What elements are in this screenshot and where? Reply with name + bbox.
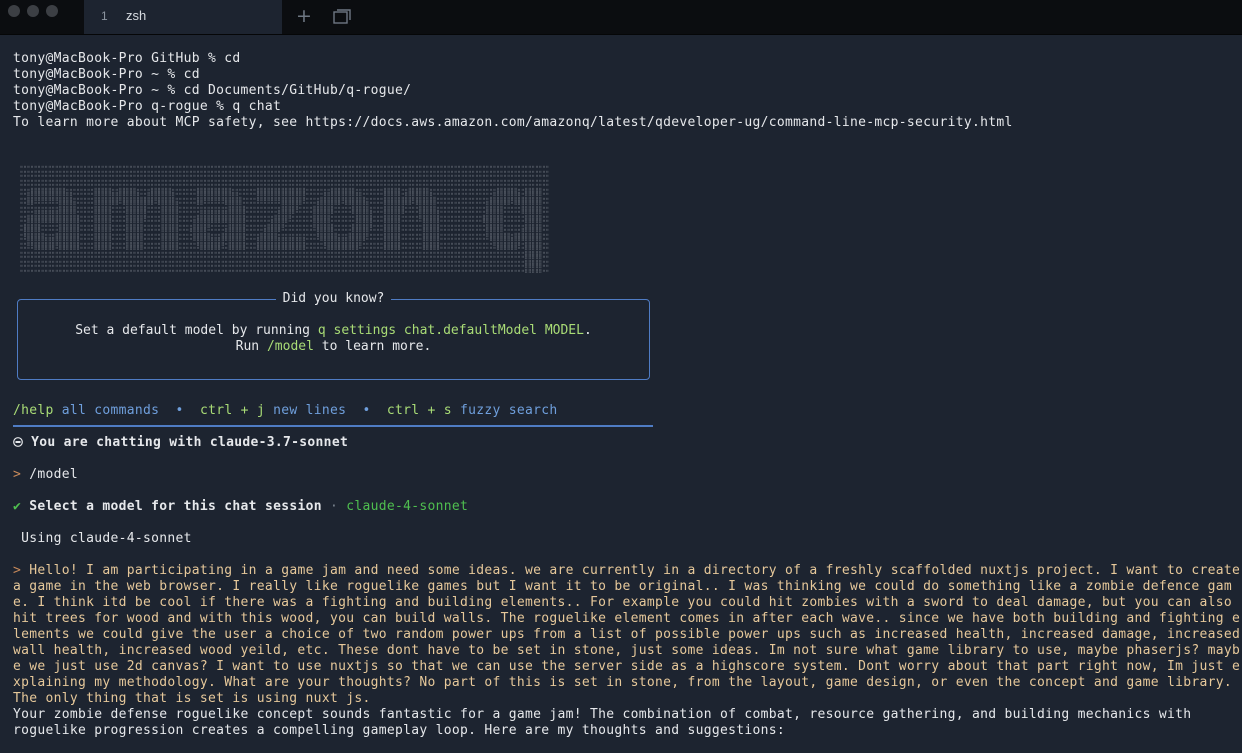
model-select-line: ✔ Select a model for this chat session ·… (13, 499, 469, 514)
selected-model[interactable]: claude-4-sonnet (346, 499, 468, 514)
user-message: > Hello! I am participating in a game ja… (13, 563, 1241, 706)
zoom-window-button[interactable] (46, 5, 58, 17)
model-command-line: > /model (13, 467, 79, 482)
tab-zsh[interactable]: 1 zsh (84, 0, 282, 34)
tip-model-command: /model (266, 339, 314, 354)
did-you-know-box: Did you know? Set a default model by run… (17, 291, 650, 380)
history-line: tony@MacBook-Pro ~ % cd (13, 67, 200, 82)
amazon-q-ascii-banner: ⠶⠶⠶⠶⠶⠶⠶⠶⠶⠶⠶⠶⠶⠶⠶⠶⠶⠶⠶⠶⠶⠶⠶⠶⠶⠶⠶⠶⠶⠶⠶⠶⠶⠶⠶⠶⠶⠶⠶⠶… (20, 164, 550, 273)
mcp-safety-notice: To learn more about MCP safety, see http… (13, 115, 1013, 130)
windows-icon[interactable] (333, 9, 351, 25)
history-line: tony@MacBook-Pro ~ % cd Documents/GitHub… (13, 83, 412, 98)
fuzzy-key: ctrl + s (386, 403, 452, 418)
tab-title: zsh (126, 8, 147, 23)
close-window-button[interactable] (8, 5, 20, 17)
window-controls (8, 5, 58, 17)
tip-command: q settings chat.defaultModel MODEL (317, 323, 584, 338)
check-icon: ✔ (13, 499, 30, 514)
chatting-with-line: You are chatting with claude-3.7-sonnet (13, 435, 348, 451)
new-tab-button[interactable]: + (294, 5, 314, 27)
did-you-know-title: Did you know? (275, 291, 392, 306)
help-key: /help (13, 403, 54, 418)
using-model-line: Using claude-4-sonnet (13, 531, 192, 546)
divider (13, 425, 653, 427)
keyboard-hints: /help all commands • ctrl + j new lines … (13, 403, 558, 418)
prompt-marker: > (13, 467, 30, 482)
history-line: tony@MacBook-Pro GitHub % cd (13, 51, 241, 66)
newline-key: ctrl + j (199, 403, 265, 418)
minimize-window-button[interactable] (27, 5, 39, 17)
history-line: tony@MacBook-Pro q-rogue % q chat (13, 99, 282, 114)
tip-line-2: Run /model to learn more. (235, 339, 432, 354)
robot-icon (13, 437, 23, 447)
tab-number: 1 (101, 9, 108, 23)
tip-line-1: Set a default model by running q setting… (75, 323, 592, 338)
tab-bar: 1 zsh + (0, 0, 1242, 35)
assistant-reply: Your zombie defense roguelike concept so… (13, 707, 1192, 738)
